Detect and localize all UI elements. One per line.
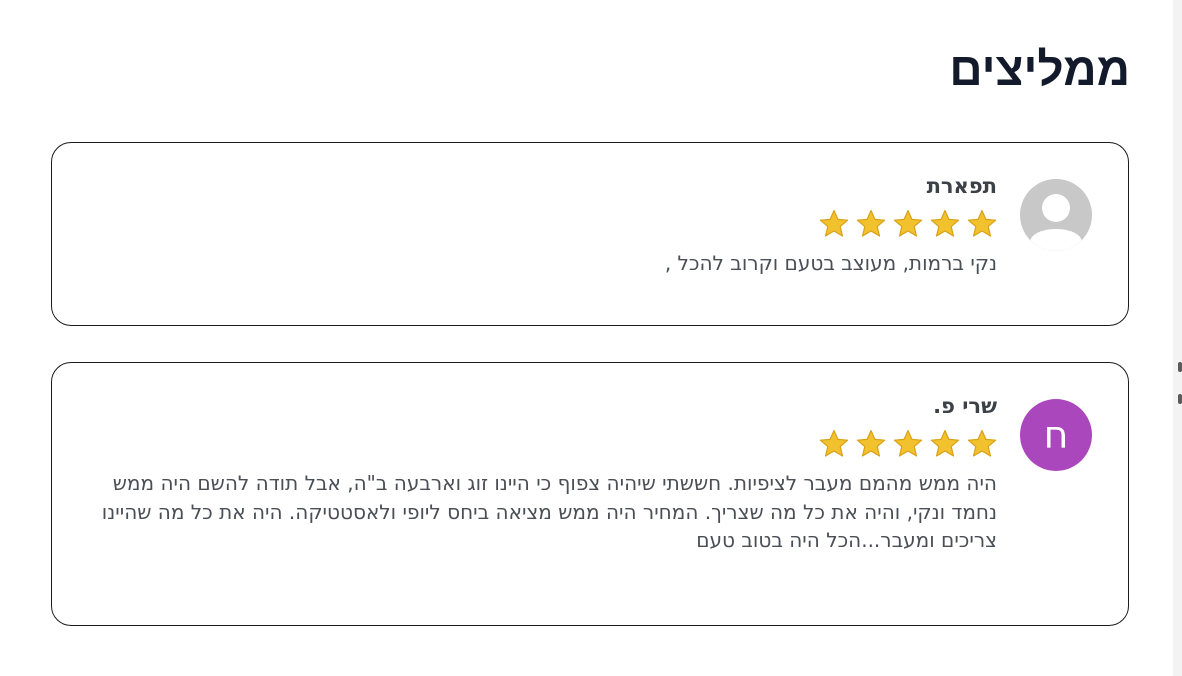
star-icon: [967, 429, 997, 457]
review-text: היה ממש מהמם מעבר לציפיות. חששתי שיהיה צ…: [101, 471, 997, 552]
review-card: תפארת נקי ברמות, מעוצב בטעם וקרוב להכל ,: [51, 142, 1129, 326]
recommendations-page: ממליצים תפארת נקי ברמות, מעוצב בטעם וקרו…: [0, 0, 1182, 676]
star-icon: [819, 209, 849, 237]
star-icon: [930, 429, 960, 457]
star-rating: [97, 429, 997, 461]
star-icon: [856, 429, 886, 457]
indicator-dot[interactable]: [1178, 394, 1182, 404]
section-title: ממליצים: [949, 43, 1130, 95]
reviewer-name: שרי פ.: [933, 394, 997, 418]
review-body: שרי פ. היה ממש מהמם מעבר לציפיות. חששתי …: [97, 391, 997, 555]
star-rating: [557, 209, 997, 241]
indicator-dot[interactable]: [1178, 362, 1182, 372]
review-body: תפארת נקי ברמות, מעוצב בטעם וקרוב להכל ,: [557, 171, 997, 277]
review-text: נקי ברמות, מעוצב בטעם וקרוב להכל ,: [664, 251, 997, 275]
scroll-edge: [1173, 0, 1182, 676]
star-icon: [930, 209, 960, 237]
reviewer-name: תפארת: [926, 174, 997, 198]
star-icon: [967, 209, 997, 237]
review-card: ח שרי פ. היה ממש מהמם מעבר לציפיות. חששת…: [51, 362, 1129, 626]
carousel-indicator[interactable]: [1178, 362, 1182, 404]
user-avatar-icon: [1020, 179, 1092, 251]
user-avatar: ח: [1020, 399, 1092, 471]
star-icon: [893, 429, 923, 457]
star-icon: [893, 209, 923, 237]
star-icon: [819, 429, 849, 457]
star-icon: [856, 209, 886, 237]
